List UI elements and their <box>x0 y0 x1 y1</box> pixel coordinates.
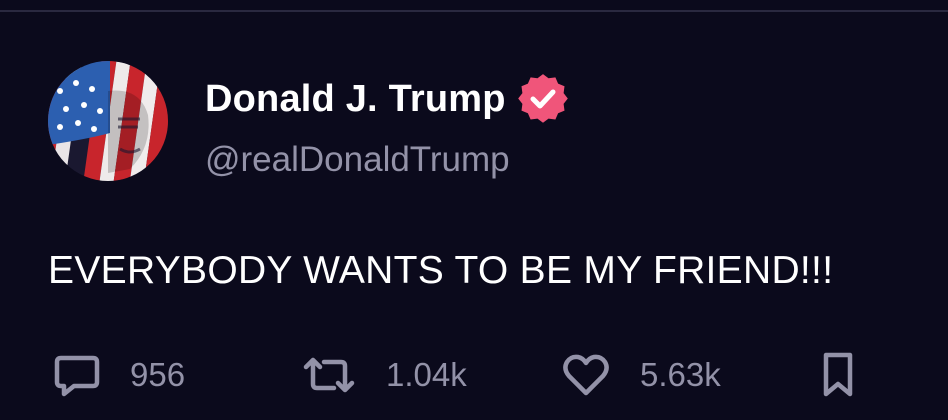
bookmark-icon <box>823 352 853 397</box>
author-display-name[interactable]: Donald J. Trump <box>205 74 506 124</box>
repost-count: 1.04k <box>386 356 467 393</box>
heart-icon <box>563 354 609 396</box>
like-button[interactable]: 5.63k <box>560 345 721 405</box>
reply-count: 956 <box>130 356 186 393</box>
repost-button[interactable]: 1.04k <box>300 345 467 405</box>
author-name-row: Donald J. Trump <box>205 74 568 124</box>
flag-portrait-avatar-icon <box>48 61 168 181</box>
like-count: 5.63k <box>640 356 721 393</box>
reply-icon <box>54 355 100 397</box>
post-text: EVERYBODY WANTS TO BE MY FRIEND!!! <box>48 249 834 292</box>
author-avatar[interactable] <box>48 61 168 181</box>
top-divider <box>0 10 948 12</box>
bookmark-button[interactable] <box>818 345 858 405</box>
post-actions-bar: 956 1.04k 5.63k <box>0 345 948 405</box>
repost-icon <box>303 357 355 393</box>
author-handle[interactable]: @realDonaldTrump <box>205 135 510 185</box>
verified-badge-icon <box>517 74 568 123</box>
reply-button[interactable]: 956 <box>52 345 185 405</box>
